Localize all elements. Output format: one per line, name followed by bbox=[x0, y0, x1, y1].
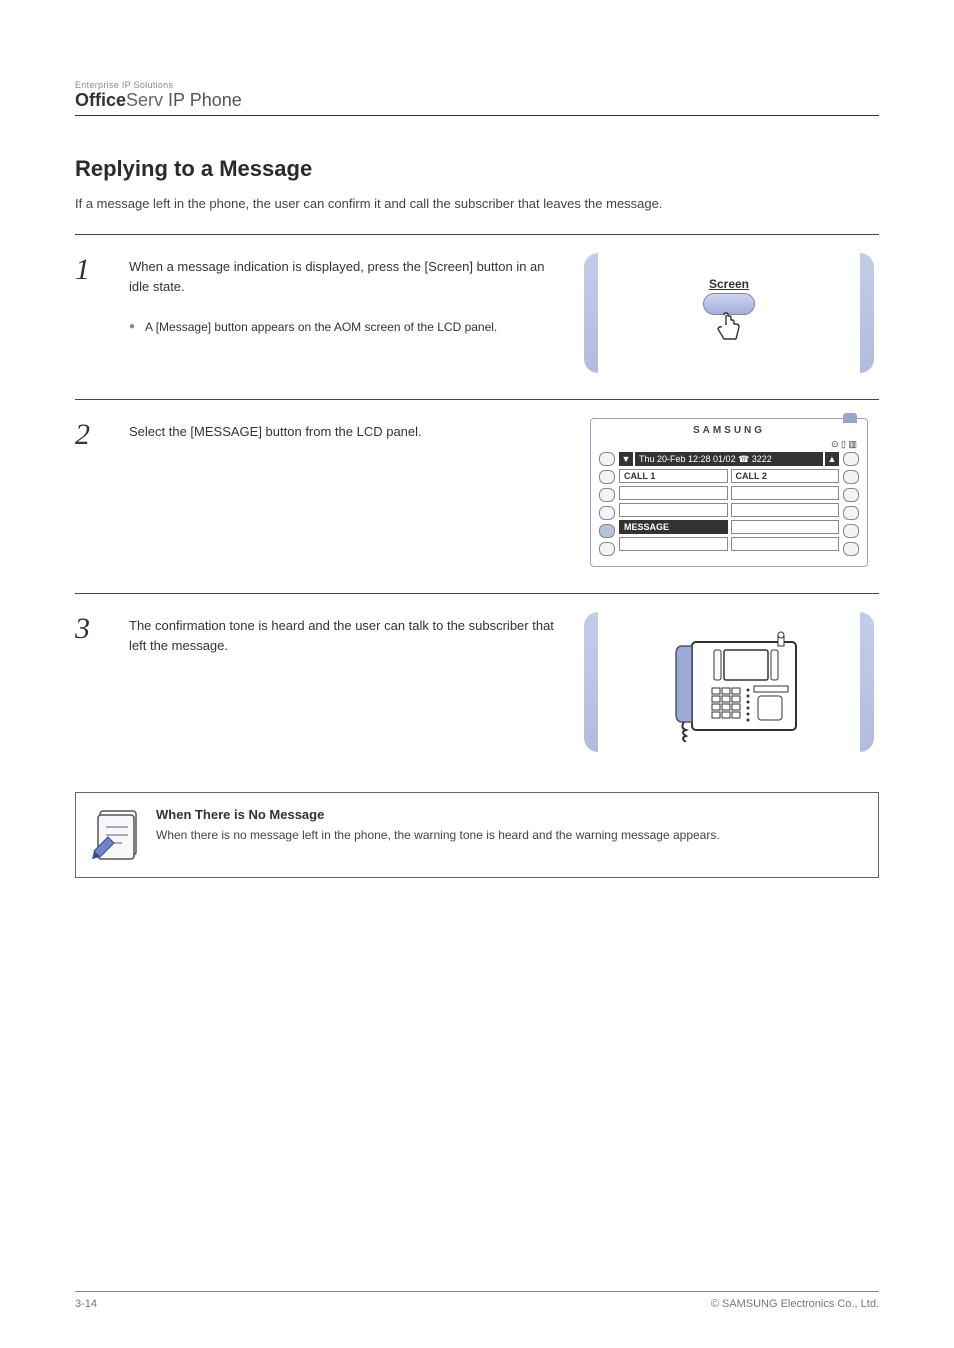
lcd-cell-empty bbox=[731, 520, 840, 534]
page-header: Enterprise IP Solutions OfficeServ IP Ph… bbox=[75, 80, 879, 116]
screen-button-label: Screen bbox=[703, 277, 755, 291]
step-1-bullet: ● A [Message] button appears on the AOM … bbox=[129, 318, 559, 337]
illus-frame bbox=[584, 612, 874, 752]
lcd-cell-message: MESSAGE bbox=[619, 520, 728, 534]
note-content: When There is No Message When there is n… bbox=[156, 807, 862, 844]
phone-device-icon bbox=[654, 622, 804, 742]
step-1-text: When a message indication is displayed, … bbox=[129, 253, 559, 338]
lcd-side-button bbox=[599, 488, 615, 502]
lcd-side-button bbox=[599, 506, 615, 520]
lcd-status-icons: ⊙ ▯ ▥ bbox=[599, 439, 857, 450]
lcd-row-5 bbox=[619, 537, 839, 551]
lcd-side-button bbox=[599, 470, 615, 484]
step-1-illustration: Screen bbox=[579, 253, 879, 373]
lcd-tab-icon bbox=[843, 413, 857, 423]
lcd-cell-call2: CALL 2 bbox=[731, 469, 840, 483]
lcd-side-button-active bbox=[599, 524, 615, 538]
lcd-side-button bbox=[843, 542, 859, 556]
section-desc: If a message left in the phone, the user… bbox=[75, 194, 879, 214]
lcd-brand-label: SAMSUNG bbox=[599, 425, 859, 436]
brand-suffix: IP Phone bbox=[163, 90, 242, 110]
note-text: When there is no message left in the pho… bbox=[156, 826, 862, 844]
step-1-instruction: When a message indication is displayed, … bbox=[129, 259, 545, 295]
lcd-side-button bbox=[599, 452, 615, 466]
arrow-up-icon: ▲ bbox=[825, 452, 839, 466]
lcd-row-1: CALL 1 CALL 2 bbox=[619, 469, 839, 483]
arrow-down-icon: ▼ bbox=[619, 452, 633, 466]
lcd-side-button bbox=[843, 470, 859, 484]
lcd-cell-empty bbox=[731, 537, 840, 551]
brand-bold: Office bbox=[75, 90, 126, 110]
note-title: When There is No Message bbox=[156, 807, 862, 822]
lcd-cell-empty bbox=[731, 486, 840, 500]
lcd-row-3 bbox=[619, 503, 839, 517]
lcd-left-buttons bbox=[599, 452, 615, 556]
lcd-cell-empty bbox=[619, 537, 728, 551]
step-2-text: Select the [MESSAGE] button from the LCD… bbox=[129, 418, 559, 443]
lcd-side-button bbox=[599, 542, 615, 556]
lcd-side-button bbox=[843, 488, 859, 502]
step-2-number: 2 bbox=[75, 418, 109, 452]
step-3-number: 3 bbox=[75, 612, 109, 646]
page-number: 3-14 bbox=[75, 1298, 97, 1310]
lcd-side-button bbox=[843, 452, 859, 466]
step-2-illustration: SAMSUNG ⊙ ▯ ▥ ▼ Thu 20-Feb 12:28 01/02 ☎… bbox=[579, 418, 879, 567]
step-3-text: The confirmation tone is heard and the u… bbox=[129, 612, 559, 658]
lcd-right-buttons bbox=[843, 452, 859, 556]
copyright: © SAMSUNG Electronics Co., Ltd. bbox=[711, 1298, 879, 1310]
step-3: 3 The confirmation tone is heard and the… bbox=[75, 593, 879, 778]
note-icon bbox=[92, 807, 142, 863]
lcd-row-4: MESSAGE bbox=[619, 520, 839, 534]
lcd-body: ▼ Thu 20-Feb 12:28 01/02 ☎ 3222 ▲ CALL 1… bbox=[599, 452, 859, 556]
illus-frame: Screen bbox=[584, 253, 874, 373]
page-footer: 3-14 © SAMSUNG Electronics Co., Ltd. bbox=[75, 1291, 879, 1310]
step-2: 2 Select the [MESSAGE] button from the L… bbox=[75, 399, 879, 593]
lcd-cell-empty bbox=[619, 486, 728, 500]
header-tagline: Enterprise IP Solutions bbox=[75, 80, 879, 90]
lcd-datetime: Thu 20-Feb 12:28 01/02 ☎ 3222 bbox=[635, 452, 823, 466]
step-3-illustration bbox=[579, 612, 879, 752]
lcd-datebar: ▼ Thu 20-Feb 12:28 01/02 ☎ 3222 ▲ bbox=[619, 452, 839, 466]
lcd-panel: SAMSUNG ⊙ ▯ ▥ ▼ Thu 20-Feb 12:28 01/02 ☎… bbox=[590, 418, 868, 567]
screen-button-graphic: Screen bbox=[703, 277, 755, 348]
lcd-side-button bbox=[843, 524, 859, 538]
step-1-number: 1 bbox=[75, 253, 109, 287]
lcd-cell-empty bbox=[731, 503, 840, 517]
header-brand: OfficeServ IP Phone bbox=[75, 90, 879, 111]
brand-light: Serv bbox=[126, 90, 163, 110]
lcd-row-2 bbox=[619, 486, 839, 500]
note-box: When There is No Message When there is n… bbox=[75, 792, 879, 878]
lcd-side-button bbox=[843, 506, 859, 520]
bullet-dot-icon: ● bbox=[129, 318, 135, 337]
step-1: 1 When a message indication is displayed… bbox=[75, 234, 879, 399]
hand-press-icon bbox=[712, 309, 746, 343]
step-2-instruction: Select the [MESSAGE] button from the LCD… bbox=[129, 424, 422, 439]
section-title: Replying to a Message bbox=[75, 156, 879, 182]
step-1-bullet-text: A [Message] button appears on the AOM sc… bbox=[145, 318, 497, 337]
lcd-grid: ▼ Thu 20-Feb 12:28 01/02 ☎ 3222 ▲ CALL 1… bbox=[619, 452, 839, 556]
lcd-cell-call1: CALL 1 bbox=[619, 469, 728, 483]
step-3-instruction: The confirmation tone is heard and the u… bbox=[129, 618, 554, 654]
lcd-cell-empty bbox=[619, 503, 728, 517]
